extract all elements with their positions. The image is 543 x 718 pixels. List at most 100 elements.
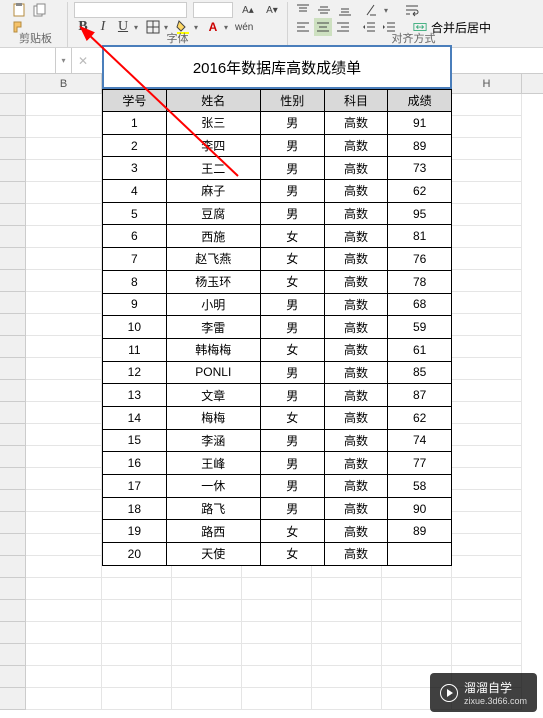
table-cell[interactable]: 7 [103,248,167,271]
table-cell[interactable]: 89 [388,134,452,157]
table-cell[interactable]: 11 [103,338,167,361]
table-row[interactable]: 12PONLI男高数85 [103,361,452,384]
table-row[interactable]: 18路飞男高数90 [103,497,452,520]
table-cell[interactable]: 男 [260,429,324,452]
table-cell[interactable]: 16 [103,452,167,475]
table-cell[interactable]: 8 [103,270,167,293]
table-cell[interactable]: 男 [260,497,324,520]
name-box-dropdown-icon[interactable]: ▾ [56,48,72,73]
table-cell[interactable]: 王二 [166,157,260,180]
table-header[interactable]: 科目 [324,90,388,112]
table-cell[interactable]: 14 [103,406,167,429]
table-row[interactable]: 17一休男高数58 [103,475,452,498]
table-row[interactable]: 8杨玉环女高数78 [103,270,452,293]
table-cell[interactable]: 89 [388,520,452,543]
table-cell[interactable]: 1 [103,112,167,135]
table-row[interactable]: 13文章男高数87 [103,384,452,407]
table-cell[interactable]: 13 [103,384,167,407]
table-cell[interactable]: 高数 [324,270,388,293]
table-cell[interactable]: 韩梅梅 [166,338,260,361]
table-cell[interactable]: 12 [103,361,167,384]
table-cell[interactable]: 女 [260,543,324,566]
table-cell[interactable]: 高数 [324,361,388,384]
decrease-font-icon[interactable]: A▾ [263,1,281,19]
table-cell[interactable]: 赵飞燕 [166,248,260,271]
table-cell[interactable]: 3 [103,157,167,180]
table-cell[interactable]: 李雷 [166,316,260,339]
table-cell[interactable]: 高数 [324,112,388,135]
table-cell[interactable]: 高数 [324,384,388,407]
orientation-icon[interactable] [363,1,381,19]
table-cell[interactable]: 76 [388,248,452,271]
table-cell[interactable]: 女 [260,270,324,293]
table-cell[interactable]: 高数 [324,225,388,248]
table-cell[interactable]: 男 [260,452,324,475]
table-cell[interactable]: 男 [260,361,324,384]
align-bottom-icon[interactable] [336,1,354,19]
table-header[interactable]: 姓名 [166,90,260,112]
table-row[interactable]: 14梅梅女高数62 [103,406,452,429]
table-cell[interactable]: 女 [260,520,324,543]
table-cell[interactable]: 19 [103,520,167,543]
table-cell[interactable]: 男 [260,475,324,498]
table-cell[interactable]: 文章 [166,384,260,407]
table-cell[interactable]: 61 [388,338,452,361]
table-row[interactable]: 5豆腐男高数95 [103,202,452,225]
table-cell[interactable]: 女 [260,248,324,271]
table-cell[interactable]: 85 [388,361,452,384]
table-cell[interactable]: 91 [388,112,452,135]
table-header[interactable]: 成绩 [388,90,452,112]
table-cell[interactable]: 男 [260,384,324,407]
table-row[interactable]: 11韩梅梅女高数61 [103,338,452,361]
table-cell[interactable]: 王峰 [166,452,260,475]
table-cell[interactable]: 高数 [324,338,388,361]
table-cell[interactable]: 2 [103,134,167,157]
cancel-icon[interactable]: ✕ [72,48,94,73]
align-middle-icon[interactable] [315,1,333,19]
table-row[interactable]: 3王二男高数73 [103,157,452,180]
table-cell[interactable]: PONLI [166,361,260,384]
table-row[interactable]: 1张三男高数91 [103,112,452,135]
table-cell[interactable]: 58 [388,475,452,498]
table-cell[interactable]: 豆腐 [166,202,260,225]
table-cell[interactable]: 男 [260,202,324,225]
table-cell[interactable]: 81 [388,225,452,248]
table-cell[interactable]: 女 [260,338,324,361]
name-box[interactable] [0,48,56,73]
col-header[interactable]: H [452,74,522,93]
table-cell[interactable]: 梅梅 [166,406,260,429]
table-row[interactable]: 9小明男高数68 [103,293,452,316]
table-cell[interactable]: 73 [388,157,452,180]
table-cell[interactable]: 87 [388,384,452,407]
orientation-dropdown-icon[interactable]: ▾ [384,6,392,15]
table-cell[interactable]: 62 [388,180,452,203]
table-cell[interactable]: 男 [260,157,324,180]
table-cell[interactable]: 高数 [324,180,388,203]
table-cell[interactable]: 高数 [324,134,388,157]
table-cell[interactable]: 5 [103,202,167,225]
table-cell[interactable]: 高数 [324,475,388,498]
table-row[interactable]: 7赵飞燕女高数76 [103,248,452,271]
col-header[interactable]: B [26,74,102,93]
increase-font-icon[interactable]: A▴ [239,1,257,19]
table-cell[interactable]: 6 [103,225,167,248]
table-cell[interactable]: 20 [103,543,167,566]
select-all-triangle[interactable] [0,74,26,93]
table-cell[interactable]: 高数 [324,202,388,225]
table-cell[interactable]: 高数 [324,452,388,475]
table-cell[interactable]: 男 [260,112,324,135]
table-cell[interactable]: 74 [388,429,452,452]
table-cell[interactable]: 天使 [166,543,260,566]
table-cell[interactable]: 路西 [166,520,260,543]
table-row[interactable]: 15李涵男高数74 [103,429,452,452]
table-cell[interactable]: 男 [260,316,324,339]
wrap-text-icon[interactable] [403,1,421,19]
table-row[interactable]: 4麻子男高数62 [103,180,452,203]
table-cell[interactable]: 小明 [166,293,260,316]
table-cell[interactable]: 4 [103,180,167,203]
table-cell[interactable]: 李涵 [166,429,260,452]
table-cell[interactable]: 高数 [324,406,388,429]
table-cell[interactable] [388,543,452,566]
table-cell[interactable]: 女 [260,225,324,248]
table-cell[interactable]: 高数 [324,157,388,180]
